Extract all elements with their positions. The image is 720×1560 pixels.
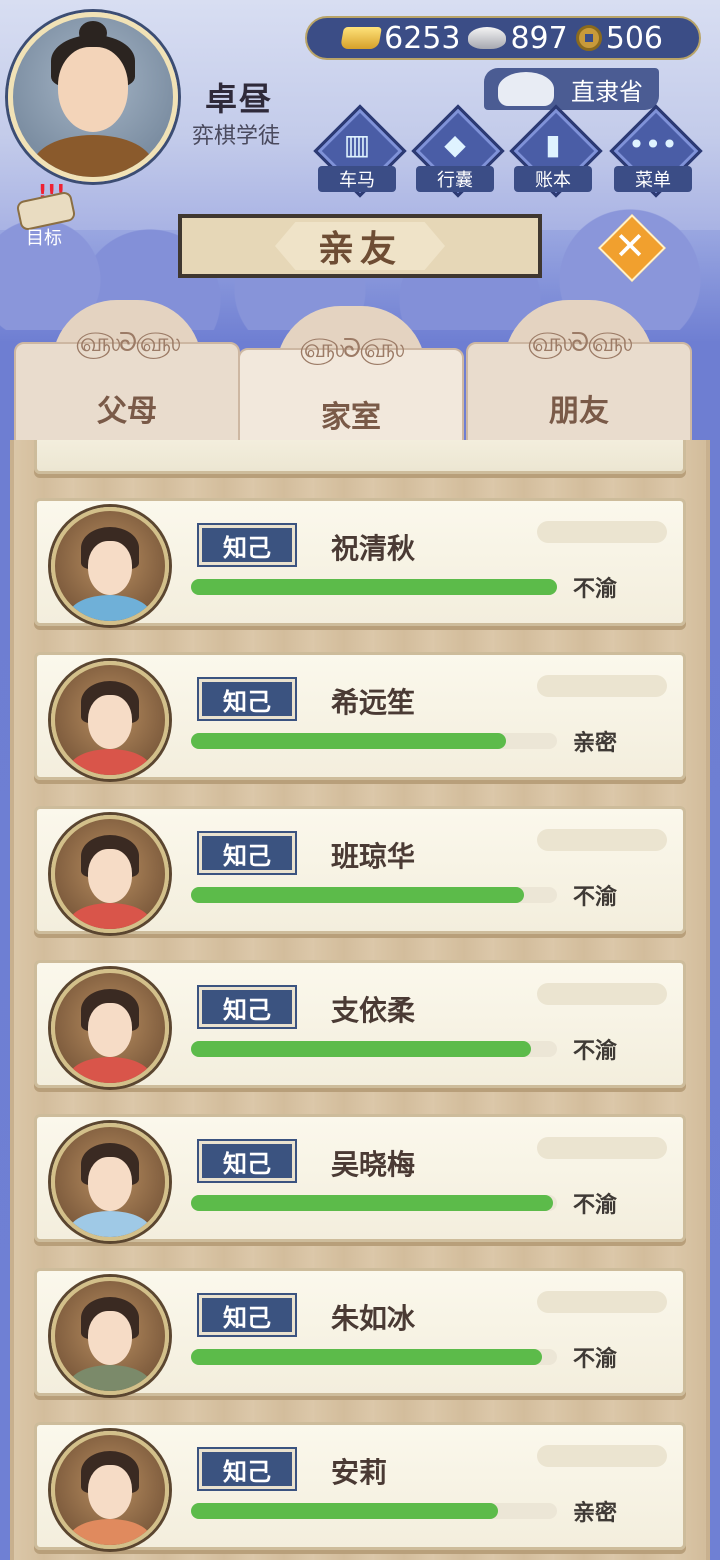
cloud-deco [537, 983, 667, 1005]
cloud-deco [537, 521, 667, 543]
list-item[interactable]: 知己 希远笙亲密 [34, 652, 686, 780]
currency-bar: 6253 897 506 [305, 16, 701, 60]
coin-amount: 506 [605, 20, 663, 56]
menu-label: 菜单 [614, 166, 692, 192]
affinity-status: 不渝 [573, 885, 618, 910]
cloud-deco [537, 829, 667, 851]
player-name: 卓昼 [205, 80, 274, 118]
list-item[interactable]: 知己 安莉亲密 [34, 1422, 686, 1550]
close-button[interactable]: ✕ [598, 214, 666, 282]
affinity-bar [191, 1503, 557, 1519]
ledger-button[interactable]: ▮ 账本 [509, 104, 603, 198]
carriage-button[interactable]: ▥ 车马 [313, 104, 407, 198]
affinity-status: 不渝 [573, 1347, 618, 1372]
swirl-ornament-icon: ௵ᘐ௵ [527, 328, 633, 358]
cloud-deco [537, 1137, 667, 1159]
region-button[interactable]: 直隶省 [484, 68, 659, 110]
affinity-fill [191, 1349, 543, 1365]
relation-badge: 知己 [197, 985, 297, 1029]
avatar-hair-bun [79, 21, 107, 45]
tab-family-label: 家室 [321, 400, 381, 435]
tab-parents[interactable]: ௵ᘐ௵ 父母 [14, 300, 240, 450]
tab-friends[interactable]: ௵ᘐ௵ 朋友 [466, 300, 692, 450]
swirl-ornament-icon: ௵ᘐ௵ [299, 334, 405, 364]
goal-label: 目标 [26, 228, 62, 249]
carriage-label: 车马 [318, 166, 396, 192]
list-item-partial [34, 440, 686, 474]
affinity-bar [191, 733, 557, 749]
affinity-bar [191, 1041, 557, 1057]
region-label: 直隶省 [571, 77, 643, 106]
player-avatar[interactable] [8, 12, 178, 182]
gold-ingot-icon [340, 27, 383, 49]
bag-label: 行囊 [416, 166, 494, 192]
affinity-fill [191, 1041, 532, 1057]
affinity-status: 不渝 [573, 1193, 618, 1218]
list-item[interactable]: 知己 朱如冰不渝 [34, 1268, 686, 1396]
relation-badge: 知己 [197, 677, 297, 721]
coin-currency: 506 [575, 20, 663, 56]
relation-name: 安莉 [331, 1456, 388, 1489]
relation-badge: 知己 [197, 831, 297, 875]
relation-name: 班琼华 [331, 840, 416, 873]
portrait-avatar[interactable] [51, 969, 169, 1087]
close-icon: ✕ [614, 224, 646, 268]
portrait-avatar[interactable] [51, 1277, 169, 1395]
bag-button[interactable]: ◆ 行囊 [411, 104, 505, 198]
tab-family[interactable]: ௵ᘐ௵ 家室 [238, 306, 464, 456]
affinity-status: 不渝 [573, 1039, 618, 1064]
avatar-face [58, 47, 128, 132]
menu-button[interactable]: ••• 菜单 [609, 104, 703, 198]
affinity-fill [191, 887, 525, 903]
silver-currency: 897 [468, 20, 568, 56]
relation-badge: 知己 [197, 1293, 297, 1337]
relation-name: 朱如冰 [331, 1302, 416, 1335]
silver-amount: 897 [510, 20, 568, 56]
relation-badge: 知己 [197, 523, 297, 567]
region-map-icon [498, 72, 554, 106]
portrait-avatar[interactable] [51, 661, 169, 779]
affinity-status: 亲密 [573, 731, 618, 756]
list-item[interactable]: 知己 吴晓梅不渝 [34, 1114, 686, 1242]
affinity-status: 亲密 [573, 1501, 618, 1526]
affinity-bar [191, 579, 557, 595]
affinity-status: 不渝 [573, 577, 618, 602]
avatar-robe [33, 135, 153, 177]
relation-name: 吴晓梅 [331, 1148, 416, 1181]
tab-friends-label: 朋友 [549, 394, 609, 429]
affinity-fill [191, 1503, 499, 1519]
relation-badge: 知己 [197, 1447, 297, 1491]
relation-badge: 知己 [197, 1139, 297, 1183]
swirl-ornament-icon: ௵ᘐ௵ [75, 328, 181, 358]
list-item[interactable]: 知己 祝清秋不渝 [34, 498, 686, 626]
affinity-fill [191, 1195, 554, 1211]
cloud-deco [537, 1291, 667, 1313]
copper-coin-icon [575, 25, 602, 51]
silver-ingot-icon [468, 27, 507, 49]
player-title: 弈棋学徒 [192, 124, 281, 149]
affinity-bar [191, 1349, 557, 1365]
cloud-deco [537, 675, 667, 697]
page-title: 亲友 [275, 222, 445, 270]
goal-button[interactable]: !!! 目标 [12, 180, 77, 250]
portrait-avatar[interactable] [51, 815, 169, 933]
cloud-deco [537, 1445, 667, 1467]
affinity-bar [191, 1195, 557, 1211]
portrait-avatar[interactable] [51, 1431, 169, 1549]
page-title-plaque: 亲友 [178, 214, 542, 278]
relation-name: 希远笙 [331, 686, 416, 719]
relation-name: 支依柔 [331, 994, 416, 1027]
gold-currency: 6253 [340, 20, 461, 56]
portrait-avatar[interactable] [51, 507, 169, 625]
relation-name: 祝清秋 [331, 532, 416, 565]
tab-parents-label: 父母 [97, 394, 157, 429]
portrait-avatar[interactable] [51, 1123, 169, 1241]
affinity-fill [191, 579, 557, 595]
affinity-fill [191, 733, 506, 749]
gold-amount: 6253 [384, 20, 461, 56]
list-item[interactable]: 知己 班琼华不渝 [34, 806, 686, 934]
affinity-bar [191, 887, 557, 903]
ledger-label: 账本 [514, 166, 592, 192]
list-item[interactable]: 知己 支依柔不渝 [34, 960, 686, 1088]
